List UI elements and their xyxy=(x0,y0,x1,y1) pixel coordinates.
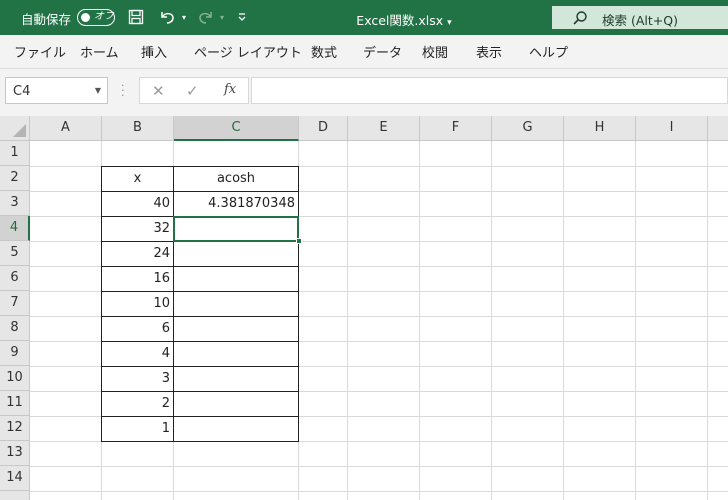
name-box-value: C4 xyxy=(13,84,31,99)
insert-function-button[interactable]: fx xyxy=(224,82,236,97)
column-header-f[interactable]: F xyxy=(420,116,492,141)
row-header-13[interactable]: 13 xyxy=(0,441,30,466)
row-header-2[interactable]: 2 xyxy=(0,166,30,191)
tab-help[interactable]: ヘルプ xyxy=(529,42,568,61)
filename-caret-icon: ▾ xyxy=(447,18,452,28)
cell-b5[interactable]: 24 xyxy=(102,242,173,266)
column-header-e[interactable]: E xyxy=(348,116,420,141)
row-header-1[interactable]: 1 xyxy=(0,141,30,166)
tab-view[interactable]: 表示 xyxy=(476,42,502,61)
tab-review[interactable]: 校閲 xyxy=(422,42,448,61)
column-header-g[interactable]: G xyxy=(492,116,564,141)
search-icon xyxy=(573,11,587,25)
fill-handle[interactable] xyxy=(296,238,302,244)
title-bar: 自動保存 オフ ▾ ▾ Excel関数.xlsx ▾ 検索 (Alt+Q) xyxy=(0,0,728,35)
row-header-10[interactable]: 10 xyxy=(0,366,30,391)
name-box[interactable]: C4 ▼ xyxy=(5,77,108,104)
cell-c3[interactable]: 4.381870348 xyxy=(174,192,298,216)
cell-b2[interactable]: x xyxy=(102,167,173,191)
column-header-b[interactable]: B xyxy=(102,116,174,141)
column-header-i[interactable]: I xyxy=(636,116,708,141)
column-header-next[interactable] xyxy=(708,116,728,141)
tab-home[interactable]: ホーム xyxy=(80,42,119,61)
row-header-14[interactable]: 14 xyxy=(0,466,30,491)
spreadsheet-grid[interactable]: A B C D E F G H I 1 2 3 4 5 6 7 8 9 10 1… xyxy=(0,116,728,500)
row-header-8[interactable]: 8 xyxy=(0,316,30,341)
cell-b4[interactable]: 32 xyxy=(102,217,173,241)
filename-text: Excel関数.xlsx xyxy=(356,13,444,28)
row-header-12[interactable]: 12 xyxy=(0,416,30,441)
column-header-c[interactable]: C xyxy=(174,116,299,141)
select-all-button[interactable] xyxy=(0,116,30,141)
cell-b7[interactable]: 10 xyxy=(102,292,173,316)
tab-insert[interactable]: 挿入 xyxy=(141,42,167,61)
select-all-icon xyxy=(13,124,26,137)
cancel-icon[interactable]: ✕ xyxy=(152,82,165,100)
column-header-d[interactable]: D xyxy=(299,116,348,141)
cell-b3[interactable]: 40 xyxy=(102,192,173,216)
cell-b8[interactable]: 6 xyxy=(102,317,173,341)
tab-file[interactable]: ファイル xyxy=(14,42,66,61)
row-header-11[interactable]: 11 xyxy=(0,391,30,416)
row-header-3[interactable]: 3 xyxy=(0,191,30,216)
formula-bar-grip-icon[interactable]: · · · xyxy=(121,80,125,101)
search-box[interactable]: 検索 (Alt+Q) xyxy=(552,6,728,29)
cell-b12[interactable]: 1 xyxy=(102,417,173,441)
column-header-a[interactable]: A xyxy=(30,116,102,141)
row-header-4[interactable]: 4 xyxy=(0,216,30,241)
formula-bar-area: C4 ▼ · · · ✕ ✓ fx xyxy=(0,69,728,116)
formula-input[interactable] xyxy=(251,77,728,104)
row-header-5[interactable]: 5 xyxy=(0,241,30,266)
name-box-dropdown-icon[interactable]: ▼ xyxy=(95,86,101,95)
column-header-h[interactable]: H xyxy=(564,116,636,141)
enter-check-icon[interactable]: ✓ xyxy=(186,82,199,100)
tab-page-layout[interactable]: ページ レイアウト xyxy=(194,42,302,61)
cell-c2[interactable]: acosh xyxy=(174,167,298,191)
cell-b9[interactable]: 4 xyxy=(102,342,173,366)
formula-buttons: ✕ ✓ fx xyxy=(139,77,249,104)
row-header-7[interactable]: 7 xyxy=(0,291,30,316)
row-header-15[interactable] xyxy=(0,491,30,500)
row-header-6[interactable]: 6 xyxy=(0,266,30,291)
row-header-9[interactable]: 9 xyxy=(0,341,30,366)
tab-formulas[interactable]: 数式 xyxy=(311,42,337,61)
search-placeholder: 検索 (Alt+Q) xyxy=(602,13,678,28)
tab-data[interactable]: データ xyxy=(363,42,402,61)
cell-b11[interactable]: 2 xyxy=(102,392,173,416)
active-cell-selection[interactable] xyxy=(173,216,299,242)
ribbon-tabs: ファイル ホーム 挿入 ページ レイアウト 数式 データ 校閲 表示 ヘルプ xyxy=(0,35,728,69)
cell-b6[interactable]: 16 xyxy=(102,267,173,291)
cell-b10[interactable]: 3 xyxy=(102,367,173,391)
